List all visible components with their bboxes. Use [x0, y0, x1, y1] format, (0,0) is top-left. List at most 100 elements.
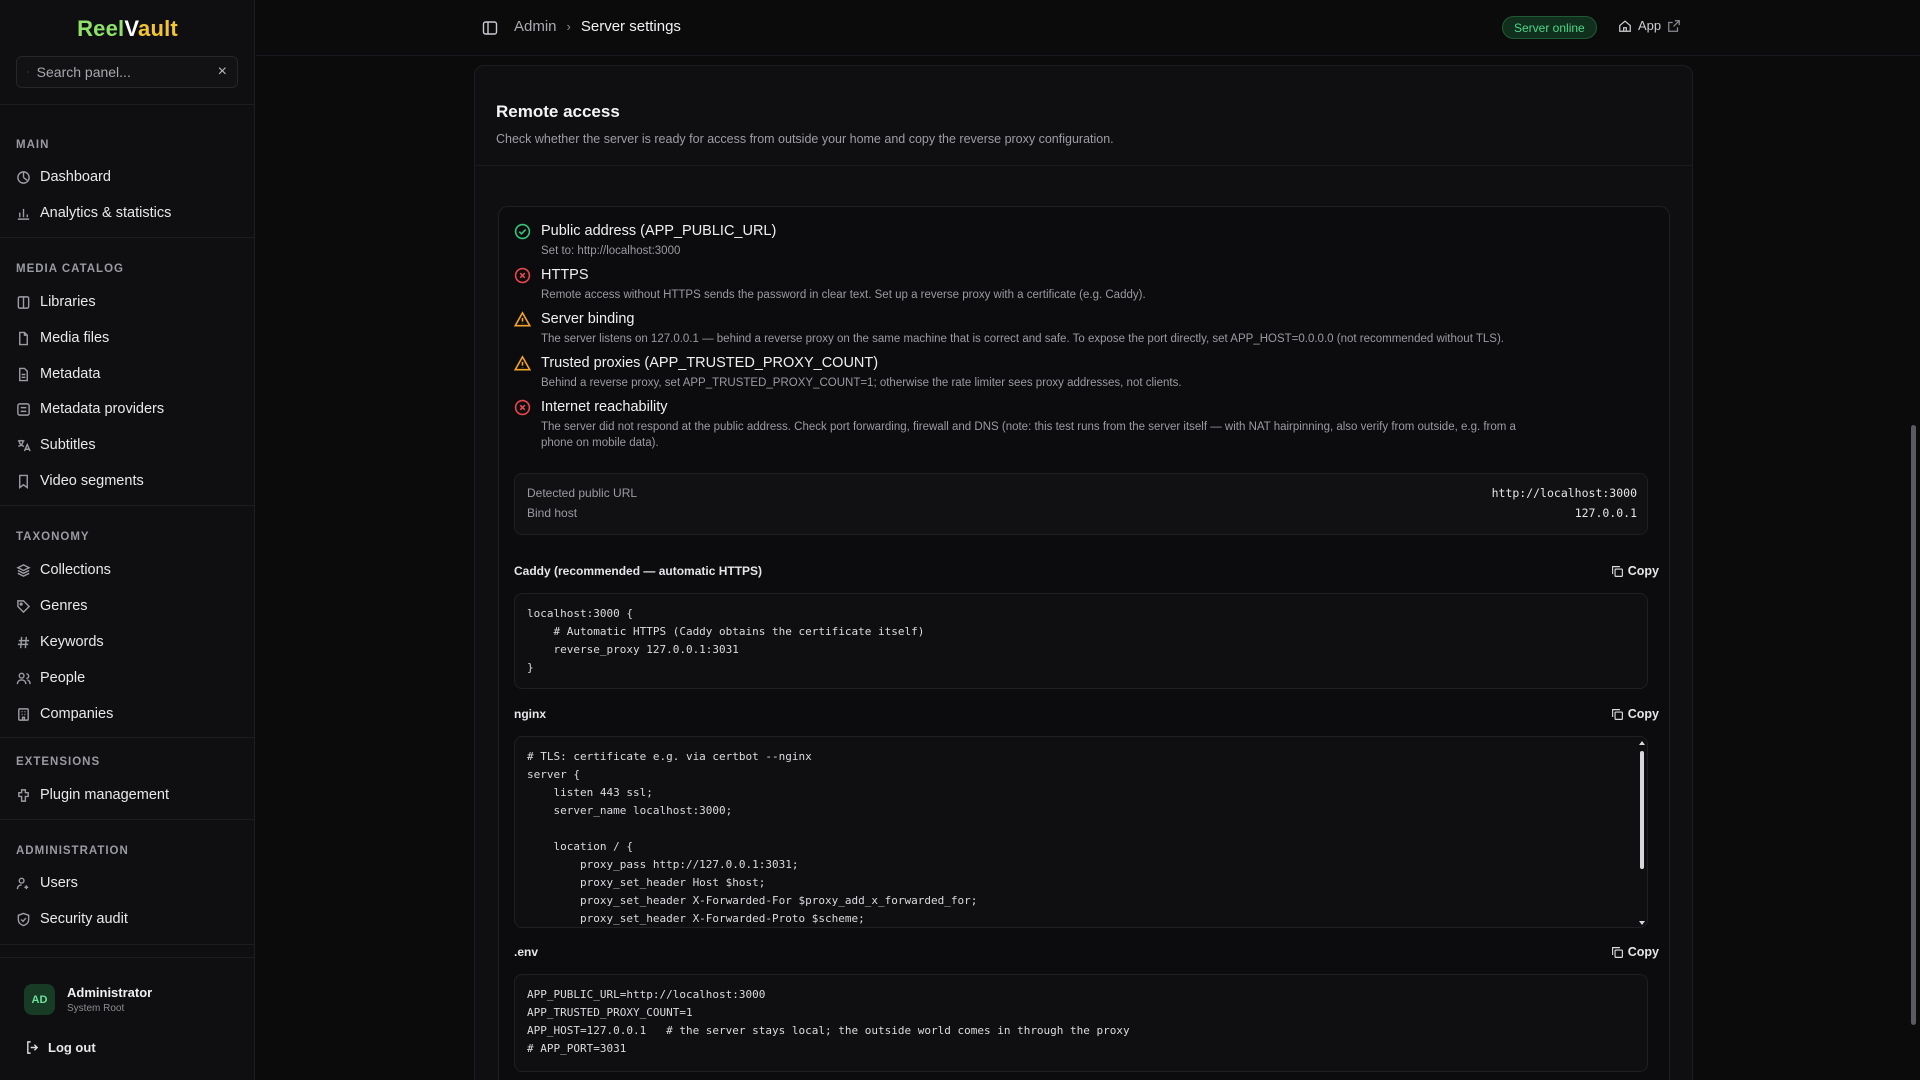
check-detail: The server did not respond at the public…	[541, 421, 1516, 433]
copy-nginx-button[interactable]: Copy	[1611, 707, 1659, 721]
page-title: Remote access	[496, 102, 620, 121]
check-title: Internet reachability	[541, 399, 668, 415]
remote-access-card: Public address (APP_PUBLIC_URL) Set to: …	[498, 206, 1670, 1080]
public-url-label: Detected public URL	[527, 486, 638, 500]
sidebar-item-label: Plugin management	[40, 787, 169, 803]
detected-info-box: Detected public URL http://localhost:300…	[514, 473, 1648, 535]
sidebar-item-label: Users	[40, 875, 78, 891]
sidebar-item-security-audit[interactable]: Security audit	[16, 905, 240, 933]
search-box: ×	[16, 56, 238, 88]
page-scrollbar[interactable]	[1911, 425, 1916, 1025]
top-bar: Admin › Server settings Server online Ap…	[256, 0, 1920, 56]
check-trusted-proxies: Trusted proxies (APP_TRUSTED_PROXY_COUNT…	[514, 355, 1182, 391]
sidebar-item-subtitles[interactable]: Subtitles	[16, 431, 240, 459]
logout-button[interactable]: Log out	[25, 1040, 96, 1055]
sidebar-item-label: Subtitles	[40, 437, 96, 453]
env-code: APP_PUBLIC_URL=http://localhost:3000 APP…	[527, 988, 1130, 1055]
search-input[interactable]	[36, 64, 218, 80]
public-url-value: http://localhost:3000	[1491, 486, 1637, 500]
sidebar-divider	[0, 104, 255, 105]
bookmark-icon	[16, 474, 31, 489]
check-title: Trusted proxies (APP_TRUSTED_PROXY_COUNT…	[541, 355, 879, 371]
sidebar-item-plugin-management[interactable]: Plugin management	[16, 781, 240, 809]
sidebar-item-label: Dashboard	[40, 169, 111, 185]
warning-icon	[514, 355, 531, 371]
nginx-code: # TLS: certificate e.g. via certbot --ng…	[527, 750, 978, 925]
sidebar-item-media-files[interactable]: Media files	[16, 324, 240, 352]
check-detail: Remote access without HTTPS sends the pa…	[541, 289, 1146, 301]
check-detail-continued: phone on mobile data).	[541, 437, 659, 449]
sidebar-item-video-segments[interactable]: Video segments	[16, 467, 240, 495]
external-link-icon	[1668, 19, 1681, 32]
translate-icon	[16, 438, 31, 453]
breadcrumb: Admin › Server settings	[514, 18, 681, 35]
avatar: AD	[24, 984, 55, 1015]
plugin-icon	[16, 788, 31, 803]
status-badge: Server online	[1502, 16, 1597, 39]
user-profile[interactable]: AD Administrator System Root	[24, 984, 152, 1015]
sidebar-item-libraries[interactable]: Libraries	[16, 288, 240, 316]
check-detail: The server listens on 127.0.0.1 — behind…	[541, 333, 1504, 345]
caddy-code-block[interactable]: localhost:3000 { # Automatic HTTPS (Cadd…	[514, 593, 1648, 689]
hash-icon	[16, 635, 31, 650]
file-icon	[16, 331, 31, 346]
brand-logo[interactable]: ReelVault	[0, 16, 255, 42]
error-circle-icon	[514, 267, 531, 284]
sidebar-item-metadata[interactable]: Metadata	[16, 360, 240, 388]
brand-logo-part3: ault	[138, 16, 178, 41]
sidebar-item-dashboard[interactable]: Dashboard	[16, 163, 240, 191]
sidebar-item-analytics[interactable]: Analytics & statistics	[16, 199, 240, 227]
env-code-block[interactable]: APP_PUBLIC_URL=http://localhost:3000 APP…	[514, 974, 1648, 1072]
sidebar-toggle-icon[interactable]	[482, 20, 498, 36]
sidebar-divider	[0, 505, 255, 506]
clear-search-icon[interactable]: ×	[218, 63, 227, 81]
sidebar-item-label: Companies	[40, 706, 114, 722]
brand-logo-part1: Reel	[77, 16, 125, 41]
app-link[interactable]: App	[1618, 18, 1681, 33]
sidebar-divider	[0, 944, 255, 945]
shield-icon	[16, 912, 31, 927]
sidebar-item-label: Collections	[40, 562, 111, 578]
sidebar-item-companies[interactable]: Companies	[16, 700, 240, 728]
check-detail: Behind a reverse proxy, set APP_TRUSTED_…	[541, 377, 1182, 389]
breadcrumb-admin[interactable]: Admin	[514, 18, 557, 35]
sidebar-item-keywords[interactable]: Keywords	[16, 628, 240, 656]
check-detail: Set to: http://localhost:3000	[541, 245, 681, 257]
scroll-up-arrow-icon[interactable]	[1639, 741, 1645, 745]
copy-caddy-button[interactable]: Copy	[1611, 564, 1659, 578]
check-title: Server binding	[541, 311, 635, 327]
home-icon	[1619, 19, 1631, 32]
check-title: HTTPS	[541, 267, 589, 283]
section-title-extensions: EXTENSIONS	[16, 756, 101, 768]
check-https: HTTPS Remote access without HTTPS sends …	[514, 267, 1146, 303]
caddy-code: localhost:3000 { # Automatic HTTPS (Cadd…	[527, 607, 925, 674]
nginx-code-scrollbar[interactable]	[1639, 741, 1645, 925]
copy-label: Copy	[1627, 707, 1659, 721]
copy-label: Copy	[1627, 564, 1659, 578]
sidebar-item-users[interactable]: Users	[16, 869, 240, 897]
nginx-code-block[interactable]: # TLS: certificate e.g. via certbot --ng…	[514, 736, 1648, 928]
copy-env-button[interactable]: Copy	[1611, 945, 1659, 959]
sidebar-item-genres[interactable]: Genres	[16, 592, 240, 620]
copy-label: Copy	[1627, 945, 1659, 959]
sidebar-item-label: Analytics & statistics	[40, 205, 172, 221]
people-icon	[16, 671, 31, 686]
caddy-label: Caddy (recommended — automatic HTTPS)	[514, 564, 763, 578]
sidebar-divider	[0, 237, 255, 238]
sidebar-item-metadata-providers[interactable]: Metadata providers	[16, 395, 240, 423]
error-circle-icon	[514, 399, 531, 416]
scroll-down-arrow-icon[interactable]	[1639, 921, 1645, 925]
warning-icon	[514, 311, 531, 327]
bind-host-label: Bind host	[527, 506, 578, 520]
library-icon	[16, 295, 31, 310]
sidebar-item-people[interactable]: People	[16, 664, 240, 692]
nginx-label: nginx	[514, 707, 546, 721]
sidebar-divider	[0, 819, 255, 820]
layers-icon	[16, 563, 31, 578]
scrollbar-thumb[interactable]	[1640, 751, 1644, 869]
sidebar-item-collections[interactable]: Collections	[16, 556, 240, 584]
logout-icon	[27, 1041, 39, 1054]
users-icon	[16, 876, 31, 891]
copy-icon	[1611, 946, 1623, 958]
sidebar: ReelVault × MAIN Dashboard Analytics & s…	[0, 0, 255, 1080]
